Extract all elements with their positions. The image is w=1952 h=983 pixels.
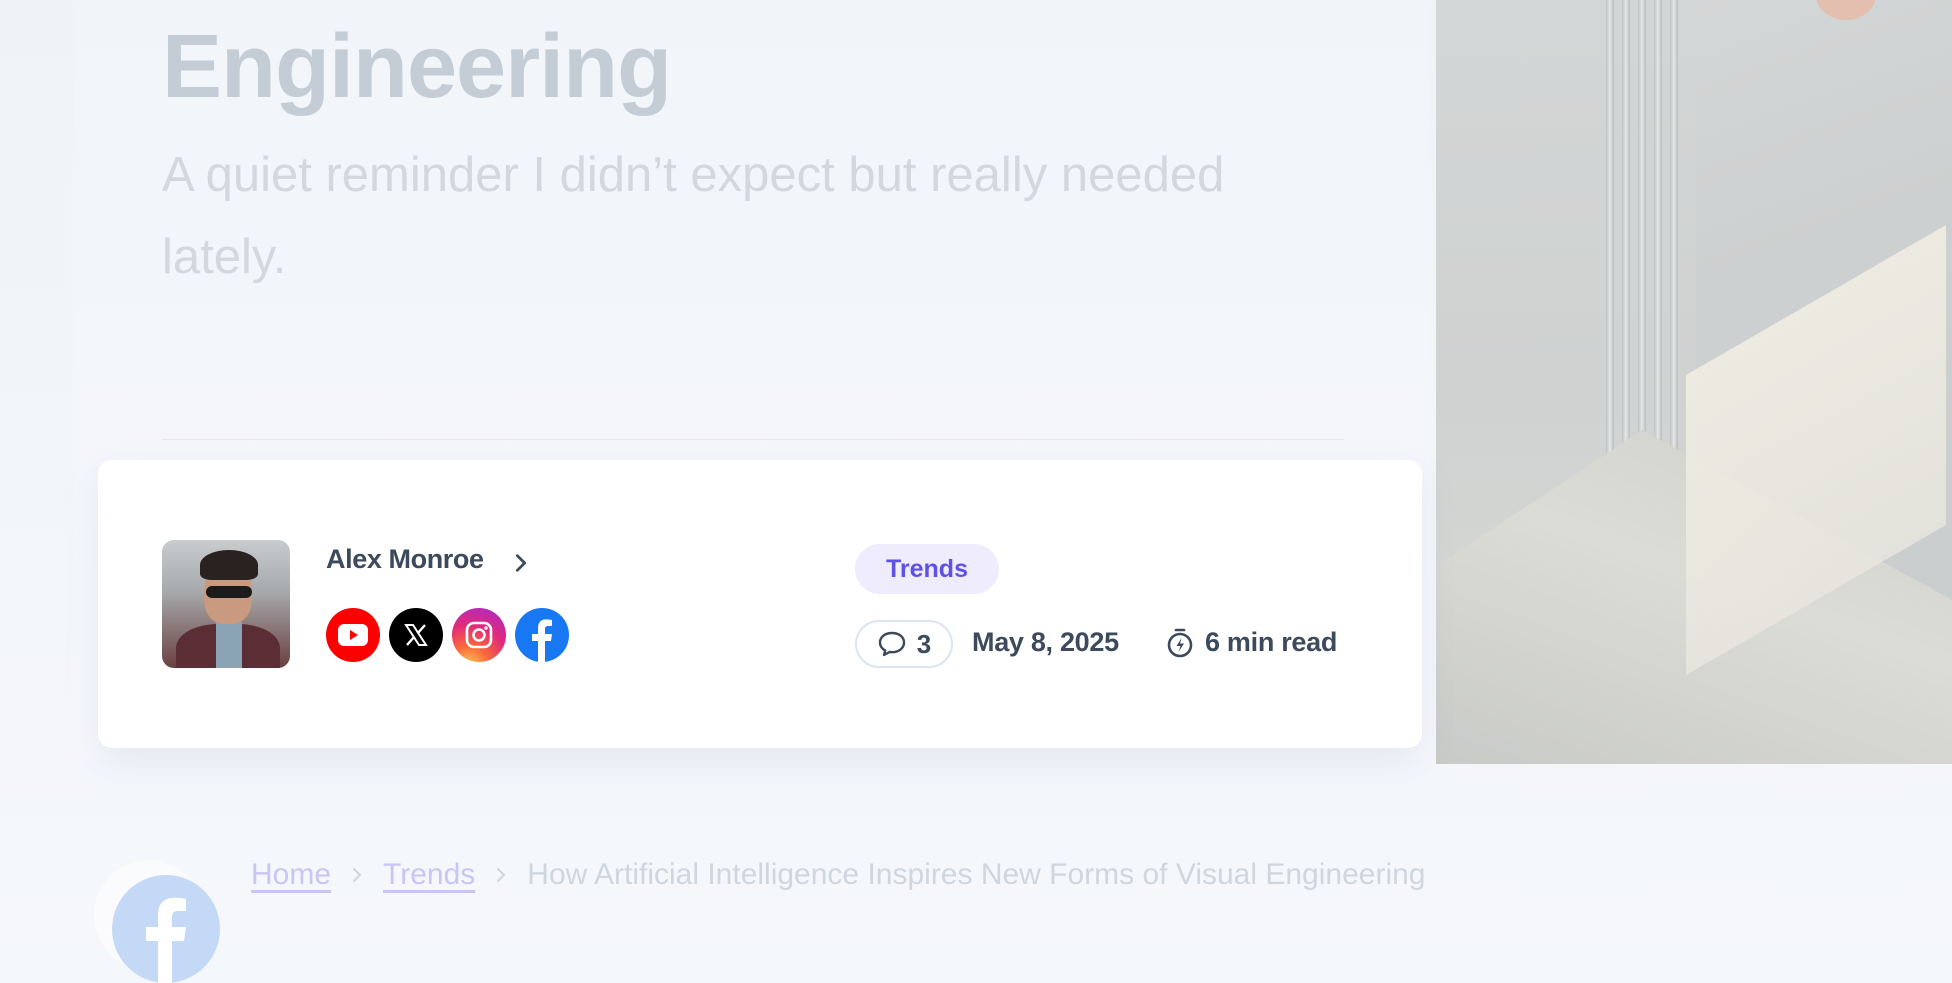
read-time: 6 min read xyxy=(1205,627,1338,657)
author-name-link[interactable]: Alex Monroe xyxy=(326,544,484,575)
x-icon xyxy=(404,624,428,646)
article-subtitle: A quiet reminder I didn’t expect but rea… xyxy=(162,148,1225,284)
comment-icon xyxy=(878,631,905,657)
breadcrumb-current: How Artificial Intelligence Inspires New… xyxy=(527,858,1426,891)
breadcrumb: Home Trends How Artificial Intelligence … xyxy=(251,855,1425,895)
author-card: Alex Monroe Trends 3 May 8, 2025 6 min r… xyxy=(98,460,1422,748)
youtube-icon xyxy=(338,624,368,646)
article-title: Engineering xyxy=(162,17,672,117)
hero-image-orb xyxy=(1816,0,1876,20)
breadcrumb-home-link[interactable]: Home xyxy=(251,858,331,892)
comments-count: 3 xyxy=(916,628,932,659)
publish-date: May 8, 2025 xyxy=(972,627,1119,657)
chevron-right-icon xyxy=(353,868,362,882)
comments-button[interactable]: 3 xyxy=(855,620,953,668)
avatar[interactable] xyxy=(162,540,290,668)
facebook-button[interactable] xyxy=(515,608,569,662)
breadcrumb-category-link[interactable]: Trends xyxy=(383,858,475,892)
facebook-icon xyxy=(146,897,186,983)
instagram-button[interactable] xyxy=(452,608,506,662)
facebook-icon xyxy=(532,619,552,662)
hero-image xyxy=(1436,0,1952,764)
youtube-button[interactable] xyxy=(326,608,380,662)
x-button[interactable] xyxy=(389,608,443,662)
category-tag[interactable]: Trends xyxy=(855,544,999,594)
chevron-right-icon xyxy=(497,868,506,882)
avatar-sunglasses xyxy=(206,586,252,598)
stopwatch-icon xyxy=(1167,628,1193,658)
floating-facebook-button[interactable] xyxy=(112,875,220,983)
avatar-hair xyxy=(200,550,258,580)
divider xyxy=(162,439,1344,440)
instagram-icon xyxy=(465,621,493,649)
avatar-scarf xyxy=(216,622,242,668)
chevron-right-icon[interactable] xyxy=(510,552,532,574)
